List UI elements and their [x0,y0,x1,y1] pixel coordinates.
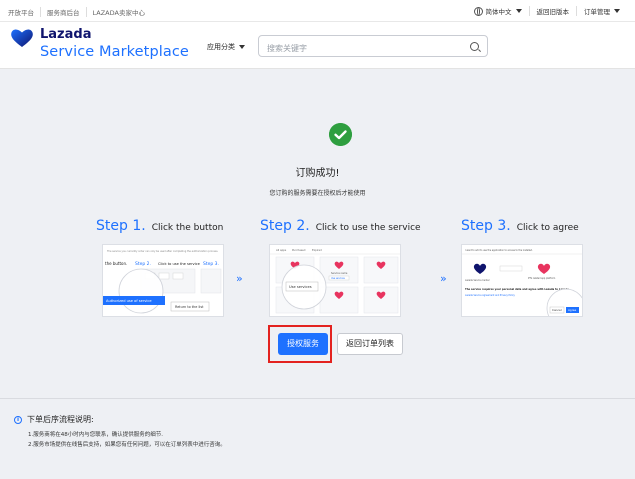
double-chevron-right-icon: » [236,272,243,285]
step-3-number: Step 3. [461,218,511,234]
shot1-label-a: the button. [105,261,127,266]
logo-text-service-marketplace: Service Marketplace [40,44,189,60]
step-2-heading: Step 2. Click to use the service [260,218,421,234]
shot3-agree: Agree [568,308,576,312]
main-header: Lazada Service Marketplace 应用分类 [0,22,635,69]
shot2-tab-purchased: Purchased [292,248,306,252]
shot1-auth-button: Authorized use of service [106,299,152,303]
step-1-heading: Step 1. Click the button [96,218,223,234]
language-selector[interactable]: 简体中文 [467,6,529,16]
step-3-heading: Step 3. Click to agree [461,218,579,234]
step-1-illustration: The service you currently order can only… [102,244,224,317]
language-label: 简体中文 [485,8,512,16]
step-3-illustration: I want to add to use the application to … [461,244,583,317]
caret-down-icon [614,9,620,13]
globe-icon [473,6,483,16]
caret-down-icon [239,45,245,49]
lazada-heart-logo-icon[interactable] [10,28,34,48]
shot3-left-caption: Lazada Service Center [465,279,490,282]
caret-down-icon [515,9,522,13]
step-1-text: Click the button [151,223,224,233]
shot2-tab-all: All apps [276,248,287,252]
shot2-card-button: Use services [331,277,346,280]
shot1-line: The service you currently order can only… [107,250,218,253]
process-note-2: 2.服务市场提供在线售后支持，如果您有任何问题，可以在订单列表中进行咨询。 [28,442,226,448]
top-right-menu: 简体中文 返回旧版本 订单管理 [467,6,628,16]
order-management-menu[interactable]: 订单管理 [576,6,627,16]
process-notes-title-text: 下单后序流程说明: [27,415,94,424]
top-links: 开放平台 服务商后台 LAZADA卖家中心 [8,7,151,17]
step-2-illustration: All apps Purchased Expired Service name … [269,244,401,317]
process-note-1: 1.服务商将在48小时内与您联系，确认提供服务的细节. [28,432,163,438]
process-notes-title: i 下单后序流程说明: [14,414,94,425]
authorize-service-button[interactable]: 授权服务 [278,333,328,355]
back-to-order-list-button[interactable]: 返回订单列表 [337,333,403,355]
order-management-label: 订单管理 [584,8,610,16]
logo-text-lazada: Lazada [40,27,92,42]
shot3-top-line: I want to add to use the application to … [465,249,533,252]
shot1-label-d: Step 3. [203,261,219,267]
double-chevron-right-icon: » [440,272,447,285]
top-bar: 开放平台 服务商后台 LAZADA卖家中心 简体中文 返回旧版本 订单管理 [0,0,635,22]
step-2-number: Step 2. [260,218,310,234]
step-3-illustration-graphic: I want to add to use the application to … [462,245,582,316]
search-input[interactable] [259,38,449,59]
success-check-icon [329,123,352,146]
step-2-illustration-graphic: All apps Purchased Expired Service name … [270,245,400,316]
step-1-number: Step 1. [96,218,146,234]
info-icon: i [14,415,22,424]
shot3-right-caption: PTS related app platform [528,277,555,280]
shot1-label-c: Click to use the service [158,262,201,266]
shot3-cancel: Cancel [552,308,562,312]
shot3-link-line: Lazada Service Agreement and Privacy Pol… [465,294,516,297]
shot2-tab-expired: Expired [312,248,322,252]
app-category-label: 应用分类 [207,43,235,51]
top-link-provider-backend[interactable]: 服务商后台 [40,7,86,17]
step-1-illustration-graphic: The service you currently order can only… [103,245,223,316]
shot1-return-button: Return to the list [175,305,204,309]
old-version-label: 返回旧版本 [536,8,570,16]
step-2-text: Click to use the service [315,223,421,233]
search-icon[interactable] [470,42,479,51]
search-box [258,35,488,59]
shot1-label-b: Step 2. [135,261,151,267]
old-version-link[interactable]: 返回旧版本 [528,6,577,16]
step-3-text: Click to agree [516,223,579,233]
shot2-card-label: Service name [331,272,348,275]
shot2-lens-label: Use services [289,285,312,289]
shot3-bold-line: The service requires your personal data … [465,287,569,291]
section-divider [0,398,635,399]
top-link-open-platform[interactable]: 开放平台 [8,7,40,17]
success-subtitle: 您订购的服务需要在授权后才能使用 [269,190,366,197]
app-category-dropdown[interactable]: 应用分类 [207,42,245,52]
top-link-seller-center[interactable]: LAZADA卖家中心 [85,7,151,17]
success-title: 订购成功! [295,168,340,179]
